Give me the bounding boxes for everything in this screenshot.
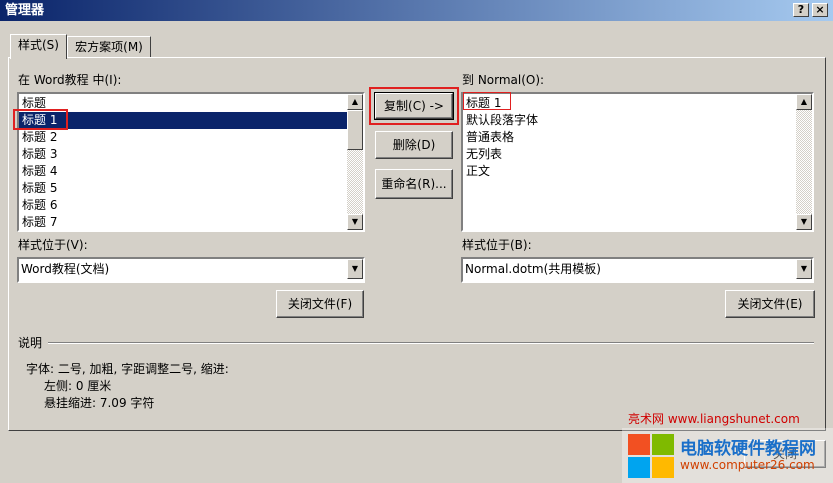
delete-button[interactable]: 删除(D): [375, 131, 453, 159]
description-heading: 说明: [18, 336, 43, 350]
description-line-1: 字体: 二号, 加粗, 字距调整二号, 缩进:: [26, 362, 229, 376]
left-list-item[interactable]: 标题 3: [19, 146, 347, 163]
right-list-scrollbar[interactable]: ▲ ▼: [796, 94, 812, 230]
left-list-scrollbar[interactable]: ▲ ▼: [347, 94, 363, 230]
description-line-2: 左侧: 0 厘米: [44, 379, 112, 393]
right-list-label: 到 Normal(O):: [462, 73, 545, 87]
left-list-item[interactable]: 标题: [19, 95, 347, 112]
left-style-list[interactable]: 标题 标题 1 标题 2 标题 3 标题 4 标题 5 标题 6 标题 7 ▲ ▼: [17, 92, 365, 232]
scroll-down-icon[interactable]: ▼: [347, 214, 363, 230]
left-location-label: 样式位于(V):: [18, 238, 88, 252]
help-button[interactable]: ?: [793, 3, 809, 17]
scroll-up-icon[interactable]: ▲: [347, 94, 363, 110]
left-list-item[interactable]: 标题 7: [19, 214, 347, 230]
right-list-item[interactable]: 无列表: [463, 146, 796, 163]
left-list-item[interactable]: 标题 2: [19, 129, 347, 146]
left-location-combo[interactable]: Word教程(文档) ▼: [17, 257, 365, 283]
tab-styles[interactable]: 样式(S): [10, 34, 67, 59]
watermark-brand: 电脑软硬件教程网: [680, 439, 816, 459]
right-location-value: Normal.dotm(共用模板): [465, 262, 601, 276]
left-list-item[interactable]: 标题 1: [19, 112, 347, 129]
left-location-value: Word教程(文档): [21, 262, 110, 276]
right-list-item[interactable]: 默认段落字体: [463, 112, 796, 129]
chevron-down-icon[interactable]: ▼: [796, 259, 812, 279]
copy-button[interactable]: 复制(C) ->: [375, 93, 453, 119]
right-list-item[interactable]: 普通表格: [463, 129, 796, 146]
left-close-file-button[interactable]: 关闭文件(F): [276, 290, 364, 318]
watermark-url: www.computer26.com: [680, 458, 815, 472]
right-location-label: 样式位于(B):: [462, 238, 532, 252]
right-location-combo[interactable]: Normal.dotm(共用模板) ▼: [461, 257, 814, 283]
close-window-button[interactable]: ×: [812, 3, 828, 17]
left-list-label: 在 Word教程 中(I):: [18, 73, 122, 87]
scroll-down-icon[interactable]: ▼: [796, 214, 812, 230]
window-title: 管理器: [5, 3, 45, 18]
right-style-list[interactable]: 标题 1 默认段落字体 普通表格 无列表 正文 ▲ ▼: [461, 92, 814, 232]
right-list-item[interactable]: 标题 1: [463, 95, 796, 112]
left-list-item[interactable]: 标题 6: [19, 197, 347, 214]
right-list-item[interactable]: 正文: [463, 163, 796, 180]
left-list-item[interactable]: 标题 5: [19, 180, 347, 197]
scroll-thumb[interactable]: [347, 110, 363, 150]
title-bar[interactable]: 管理器 ? ×: [0, 0, 833, 21]
tab-macro-items[interactable]: 宏方案项(M): [67, 36, 151, 57]
watermark-text-top: 亮术网 www.liangshunet.com: [628, 412, 800, 426]
left-list-item[interactable]: 标题 4: [19, 163, 347, 180]
scroll-up-icon[interactable]: ▲: [796, 94, 812, 110]
windows-logo-icon: [628, 434, 674, 478]
description-line-3: 悬挂缩进: 7.09 字符: [44, 396, 155, 410]
watermark-badge: 电脑软硬件教程网 www.computer26.com: [622, 428, 833, 483]
description-divider: [48, 342, 814, 344]
rename-button[interactable]: 重命名(R)...: [375, 169, 453, 199]
right-close-file-button[interactable]: 关闭文件(E): [725, 290, 815, 318]
chevron-down-icon[interactable]: ▼: [347, 259, 363, 279]
